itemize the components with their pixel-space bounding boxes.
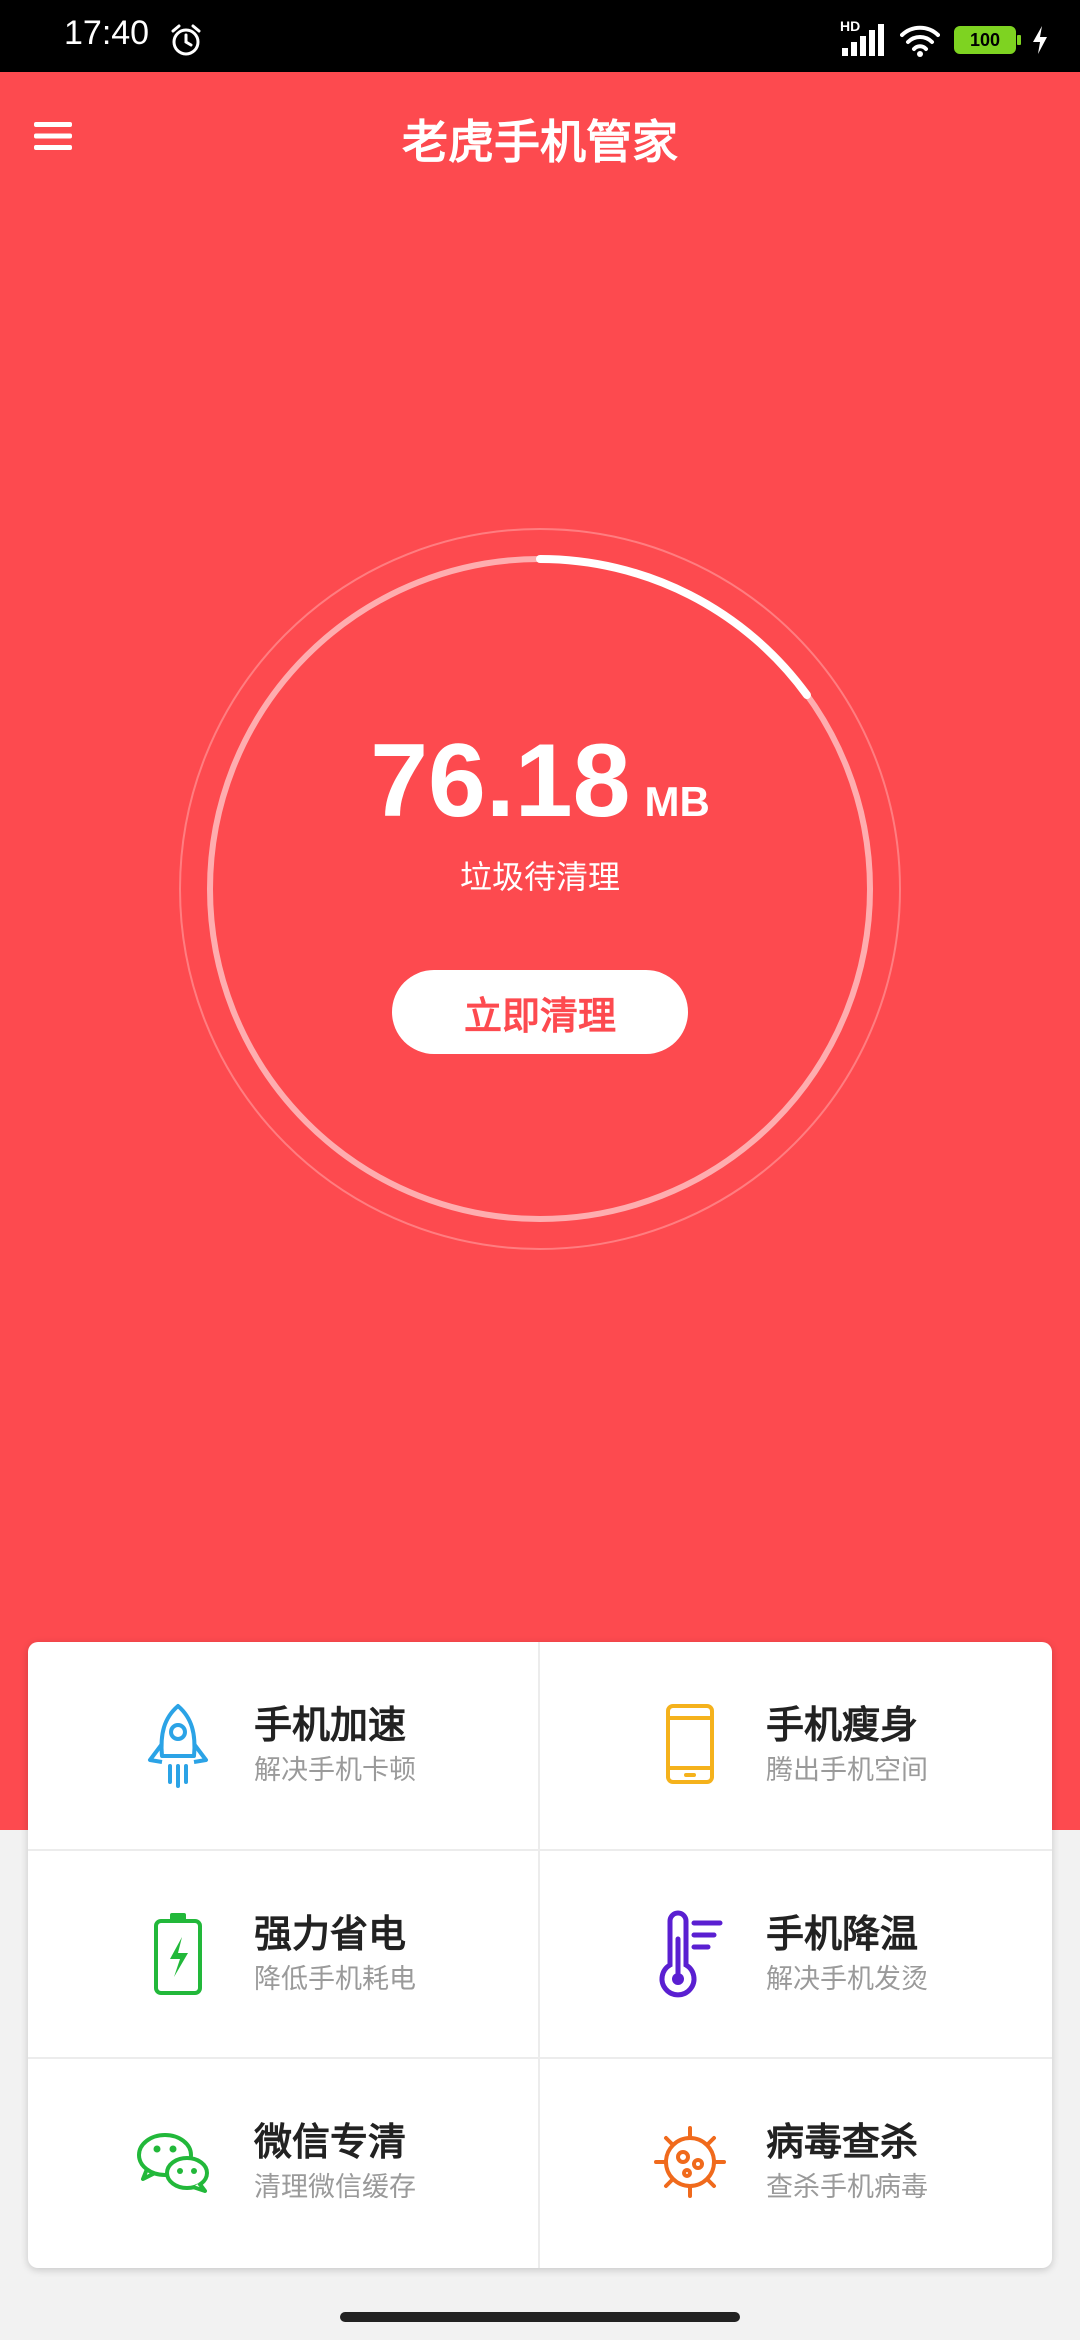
battery-level: 100 — [969, 29, 1001, 50]
feature-virus-scan[interactable]: 病毒查杀 查杀手机病毒 — [540, 2059, 1052, 2268]
signal-icon: HD — [840, 18, 886, 58]
feature-grid: 手机加速 解决手机卡顿 手机瘦身 腾出手机空间 强力省电 降低手机耗电 手机降温… — [28, 1642, 1052, 2268]
home-indicator[interactable] — [340, 2312, 740, 2322]
feature-subtitle: 腾出手机空间 — [766, 1755, 928, 1786]
battery-icon: 100 — [954, 26, 1021, 54]
clean-now-button[interactable]: 立即清理 — [392, 970, 688, 1054]
feature-subtitle: 解决手机发烫 — [766, 1963, 928, 1995]
feature-title: 微信专清 — [254, 2120, 407, 2165]
hero-panel: 老虎手机管家 76.18 MB 垃圾待清理 立即清理 — [0, 72, 1080, 1830]
charging-icon — [1033, 26, 1047, 54]
feature-subtitle: 解决手机卡顿 — [254, 1755, 416, 1786]
wifi-icon — [900, 25, 940, 57]
feature-title: 手机降温 — [766, 1911, 919, 1956]
alarm-icon — [171, 24, 201, 56]
junk-size-unit: MB — [644, 778, 710, 825]
phone-icon — [666, 1704, 714, 1784]
feature-subtitle: 降低手机耗电 — [254, 1963, 416, 1995]
junk-size: 76.18 MB — [0, 722, 1080, 841]
status-icons: HD 100 — [840, 18, 1050, 60]
feature-title: 手机加速 — [254, 1703, 407, 1747]
feature-title: 手机瘦身 — [766, 1703, 919, 1747]
feature-slim-down[interactable]: 手机瘦身 腾出手机空间 — [540, 1642, 1052, 1851]
junk-size-value: 76.18 — [370, 723, 631, 839]
feature-power-save[interactable]: 强力省电 降低手机耗电 — [28, 1850, 540, 2060]
feature-speed-up[interactable]: 手机加速 解决手机卡顿 — [28, 1642, 540, 1851]
feature-wechat-clean[interactable]: 微信专清 清理微信缓存 — [28, 2059, 540, 2268]
gauge-progress-arc — [536, 555, 811, 700]
feature-title: 病毒查杀 — [766, 2120, 919, 2165]
rocket-icon — [148, 1704, 208, 1788]
status-time: 17:40 — [64, 14, 150, 52]
feature-subtitle: 清理微信缓存 — [254, 2172, 416, 2204]
feature-title: 强力省电 — [254, 1911, 407, 1956]
wechat-icon — [137, 2133, 209, 2194]
junk-caption: 垃圾待清理 — [459, 858, 620, 896]
virus-icon — [654, 2126, 726, 2199]
status-bar: 17:40 HD 100 — [0, 0, 1080, 72]
feature-subtitle: 查杀手机病毒 — [766, 2172, 928, 2204]
thermometer-icon — [659, 1910, 723, 1997]
battery-icon — [154, 1912, 202, 1995]
feature-cool-down[interactable]: 手机降温 解决手机发烫 — [540, 1851, 1052, 2060]
